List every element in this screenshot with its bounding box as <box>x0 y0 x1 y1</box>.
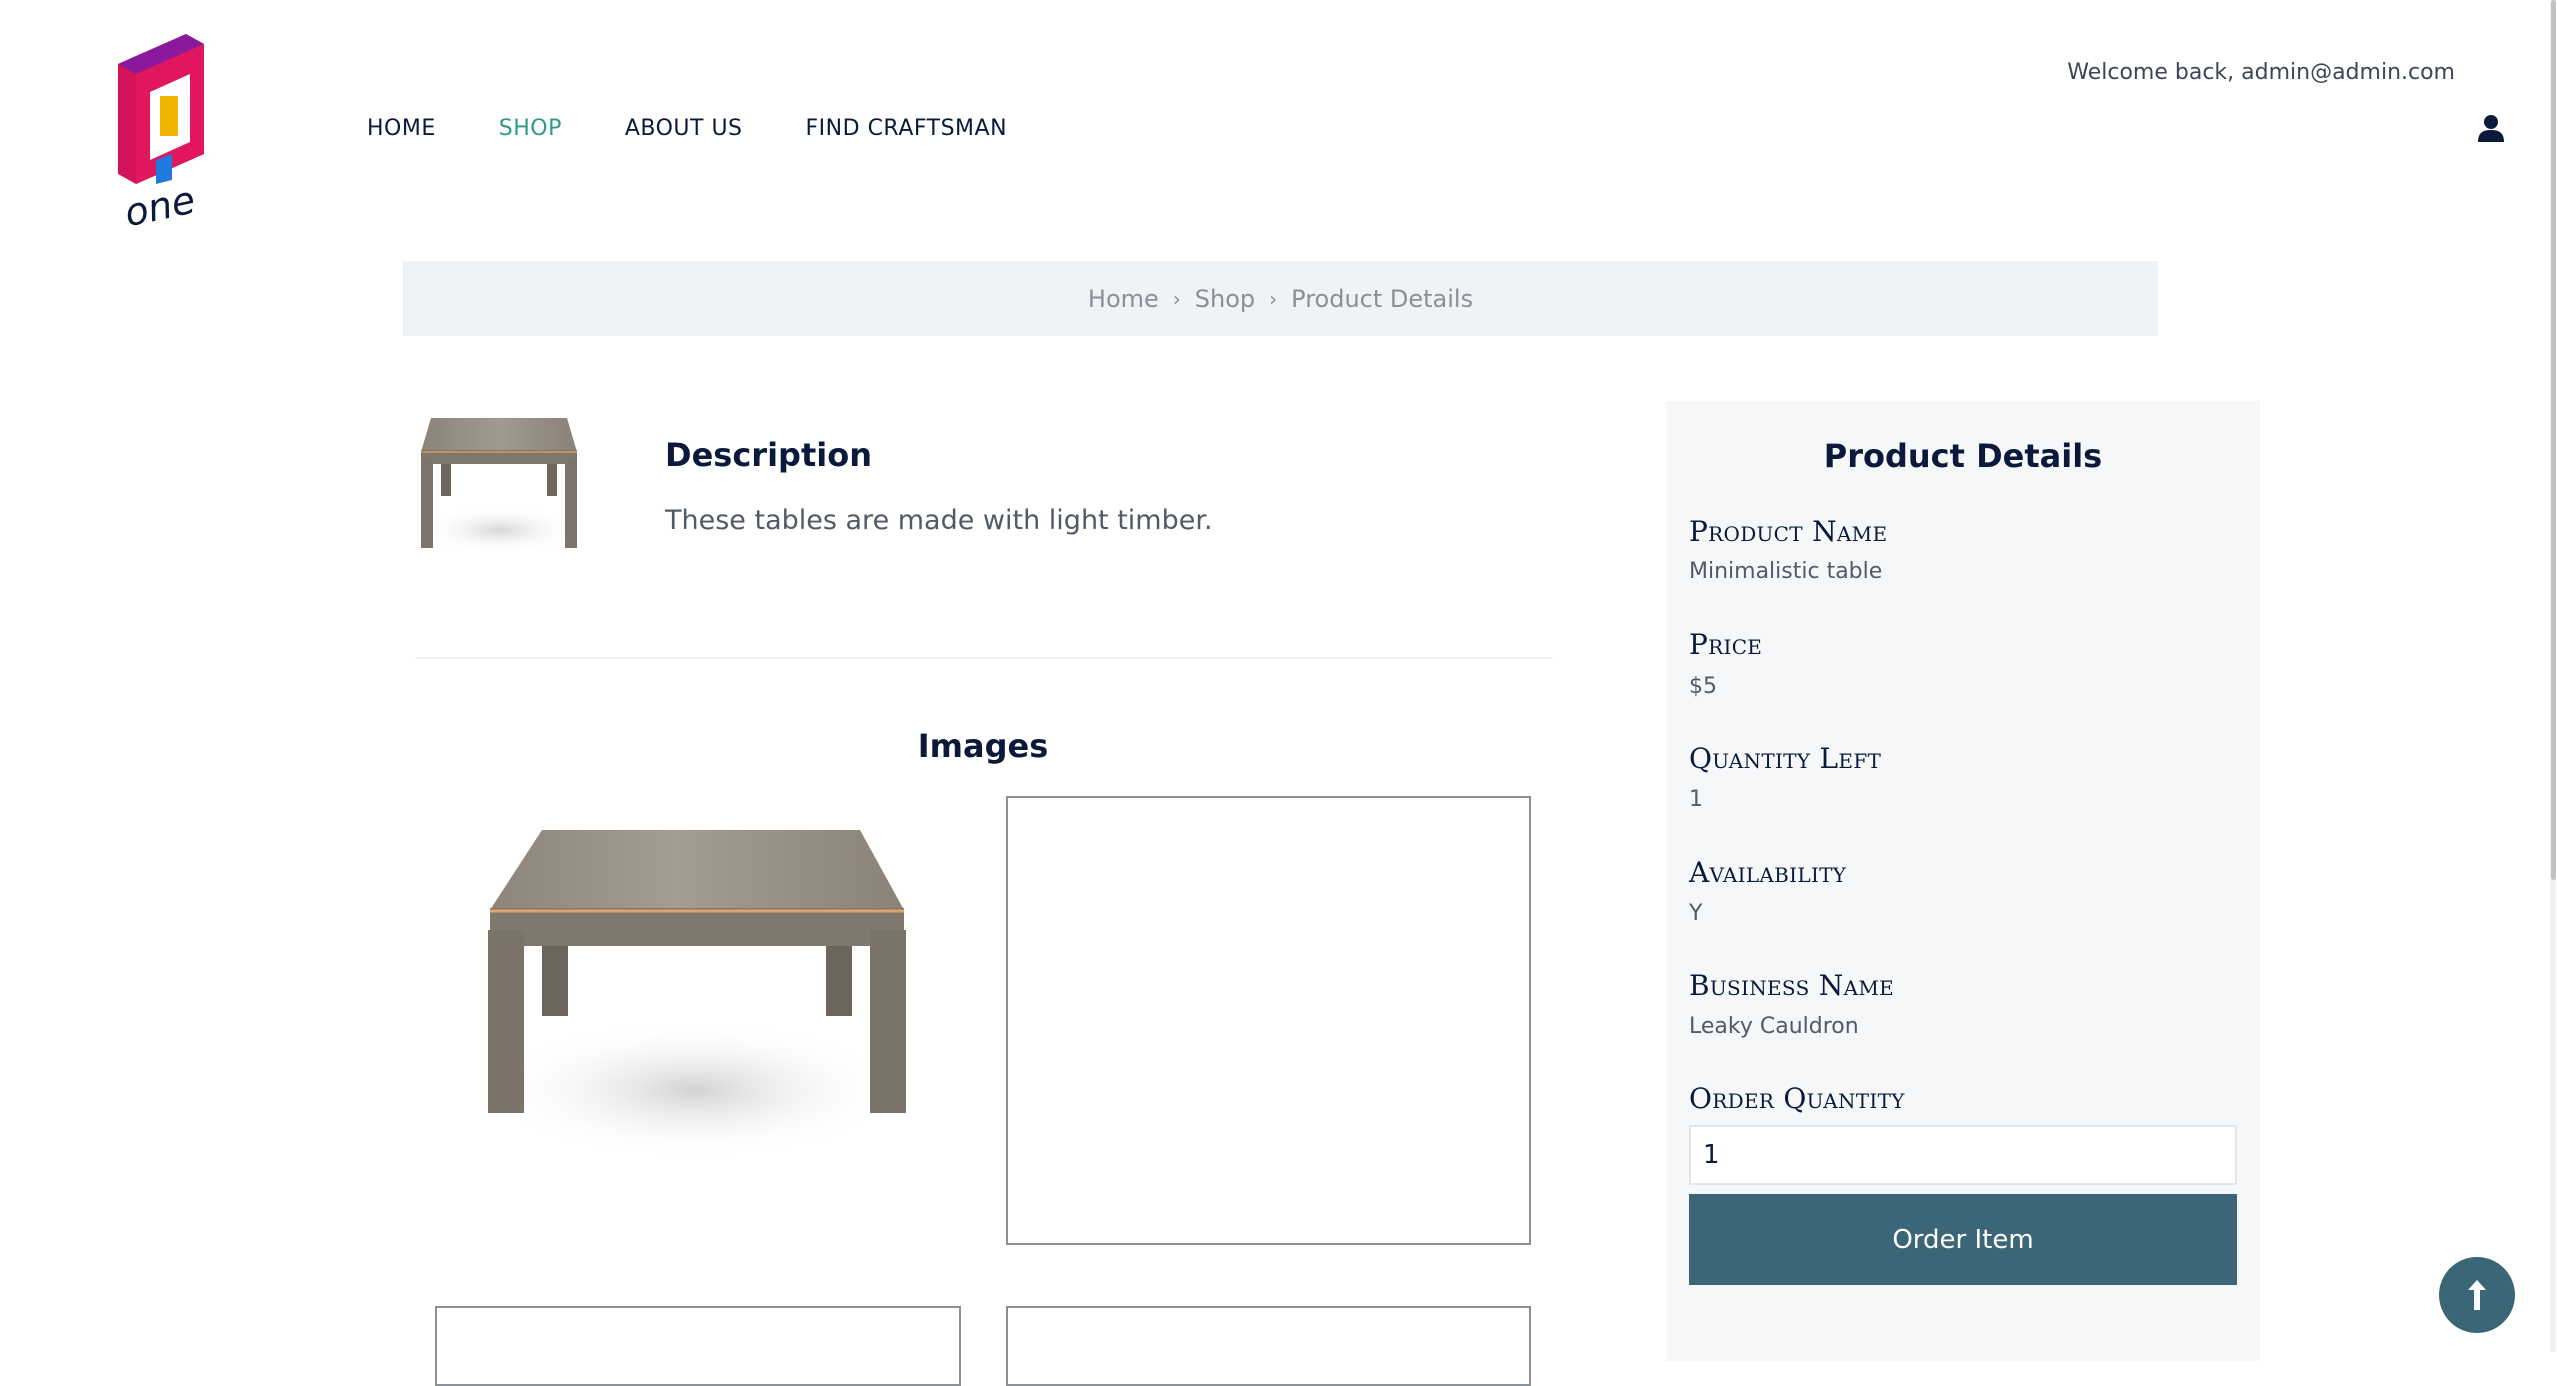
description-heading: Description <box>665 436 872 474</box>
nav-shop[interactable]: SHOP <box>499 116 562 141</box>
image-placeholder <box>1006 1306 1531 1386</box>
availability-label: Availability <box>1689 856 1847 889</box>
breadcrumb: Home › Shop › Product Details <box>403 261 2158 336</box>
quantity-left-value: 1 <box>1689 787 1703 812</box>
nav-find-craftsman[interactable]: FIND CRAFTSMAN <box>806 116 1008 141</box>
breadcrumb-shop[interactable]: Shop <box>1195 285 1255 313</box>
nav-home[interactable]: HOME <box>367 116 436 141</box>
product-thumbnail[interactable] <box>417 410 583 560</box>
chevron-right-icon: › <box>1172 286 1181 311</box>
divider <box>415 657 1553 659</box>
welcome-text: Welcome back, admin@admin.com <box>2067 60 2455 85</box>
arrow-up-icon <box>2468 1280 2486 1310</box>
order-quantity-label: Order Quantity <box>1689 1082 1905 1115</box>
user-icon[interactable] <box>2478 114 2504 142</box>
description-text: These tables are made with light timber. <box>665 505 1213 536</box>
logo[interactable]: one <box>108 34 212 234</box>
scroll-top-button[interactable] <box>2439 1257 2515 1333</box>
product-image[interactable] <box>470 815 918 1171</box>
price-value: $5 <box>1689 674 1717 699</box>
availability-value: Y <box>1689 901 1703 926</box>
product-name-value: Minimalistic table <box>1689 559 1883 584</box>
order-item-button[interactable]: Order Item <box>1689 1194 2237 1285</box>
business-name-label: Business Name <box>1689 969 1895 1002</box>
main-nav: HOME SHOP ABOUT US FIND CRAFTSMAN <box>367 116 1070 141</box>
order-quantity-input[interactable] <box>1689 1125 2237 1185</box>
svg-text:one: one <box>121 178 199 234</box>
quantity-left-label: Quantity Left <box>1689 742 1882 775</box>
panel-title: Product Details <box>1823 437 2103 475</box>
chevron-right-icon: › <box>1269 286 1278 311</box>
breadcrumb-home[interactable]: Home <box>1088 285 1159 313</box>
scrollbar-thumb[interactable] <box>2551 0 2556 880</box>
nav-about-us[interactable]: ABOUT US <box>625 116 743 141</box>
image-placeholder <box>1006 796 1531 1245</box>
business-name-value: Leaky Cauldron <box>1689 1014 1859 1039</box>
breadcrumb-current: Product Details <box>1291 284 1474 313</box>
price-label: Price <box>1689 628 1763 661</box>
product-name-label: Product Name <box>1689 515 1888 548</box>
product-details-panel: Product Details Product Name Minimalisti… <box>1666 401 2260 1361</box>
image-placeholder <box>435 1306 961 1386</box>
